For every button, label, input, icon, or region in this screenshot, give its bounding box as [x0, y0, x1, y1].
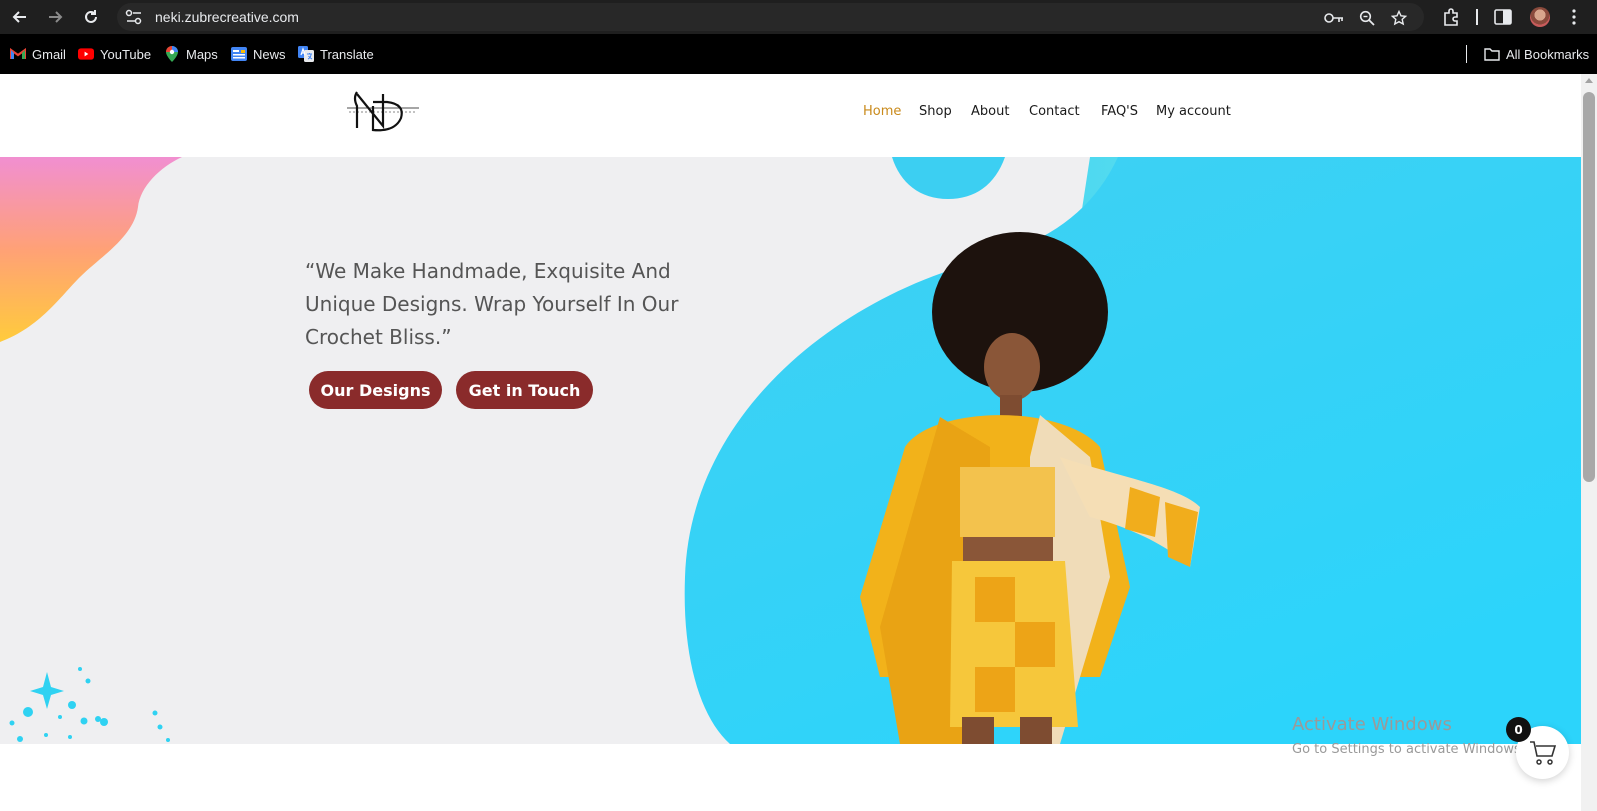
bookmark-label: News [253, 46, 286, 62]
news-icon [231, 46, 247, 62]
zoom-icon[interactable] [1357, 8, 1377, 28]
all-bookmarks-button[interactable]: All Bookmarks [1484, 45, 1589, 63]
nav-about[interactable]: About [971, 104, 1009, 119]
bookmark-gmail[interactable]: Gmail [10, 45, 66, 63]
site-settings-icon[interactable] [125, 9, 143, 25]
hero-quote: “We Make Handmade, Exquisite And Unique … [305, 259, 679, 349]
youtube-icon [78, 46, 94, 62]
site-header: Home Shop About Contact FAQ'S My account [0, 74, 1581, 157]
reload-button[interactable] [79, 5, 103, 29]
activate-windows-title: Activate Windows [1292, 714, 1452, 735]
more-menu-icon[interactable] [1563, 6, 1585, 28]
forward-arrow-icon [49, 11, 63, 23]
all-bookmarks-label: All Bookmarks [1506, 46, 1590, 62]
password-key-icon[interactable] [1324, 8, 1344, 28]
extensions-icon[interactable] [1440, 6, 1462, 28]
hero-background [0, 157, 1581, 744]
get-in-touch-button[interactable]: Get in Touch [456, 371, 593, 409]
toolbar-divider [1476, 9, 1478, 25]
nav-my-account[interactable]: My account [1156, 104, 1231, 119]
bookmark-label: Translate [320, 46, 374, 62]
nav-home[interactable]: Home [863, 104, 901, 119]
nav-contact[interactable]: Contact [1029, 104, 1080, 119]
bookmark-news[interactable]: News [231, 45, 286, 63]
browser-toolbar: neki.zubrecreative.com [0, 0, 1597, 34]
address-bar[interactable]: neki.zubrecreative.com [117, 3, 1424, 31]
forward-button[interactable] [43, 5, 67, 29]
page-viewport: Home Shop About Contact FAQ'S My account [0, 74, 1581, 811]
gmail-icon [10, 46, 26, 62]
bookmarks-divider [1466, 45, 1467, 63]
translate-icon [298, 46, 314, 62]
side-panel-icon[interactable] [1492, 6, 1514, 28]
hero-section: “We Make Handmade, Exquisite And Unique … [0, 157, 1581, 744]
cart-count-badge: 0 [1506, 717, 1531, 742]
our-designs-button[interactable]: Our Designs [309, 371, 442, 409]
bookmark-youtube[interactable]: YouTube [78, 45, 151, 63]
scroll-up-arrow[interactable] [1585, 78, 1593, 83]
maps-icon [164, 46, 180, 62]
scroll-thumb[interactable] [1583, 92, 1595, 482]
site-logo[interactable] [343, 88, 423, 134]
activate-windows-subtitle: Go to Settings to activate Windows. [1292, 742, 1525, 757]
nav-shop[interactable]: Shop [919, 104, 952, 119]
cart-icon [1529, 740, 1556, 765]
bookmarks-bar: Gmail YouTube Maps News Translate All Bo… [0, 34, 1597, 74]
page-scrollbar[interactable] [1581, 74, 1597, 811]
reload-icon [85, 10, 97, 23]
bookmark-star-icon[interactable] [1389, 8, 1409, 28]
bookmark-label: Maps [186, 46, 218, 62]
bookmark-label: YouTube [100, 46, 152, 62]
bookmark-translate[interactable]: Translate [298, 45, 374, 63]
url-text[interactable]: neki.zubrecreative.com [155, 9, 299, 25]
bookmark-label: Gmail [32, 46, 66, 62]
bookmark-maps[interactable]: Maps [164, 45, 218, 63]
back-arrow-icon [12, 11, 26, 23]
profile-avatar[interactable] [1530, 7, 1550, 27]
back-button[interactable] [8, 5, 32, 29]
folder-icon [1484, 46, 1500, 62]
nav-faqs[interactable]: FAQ'S [1101, 104, 1138, 119]
